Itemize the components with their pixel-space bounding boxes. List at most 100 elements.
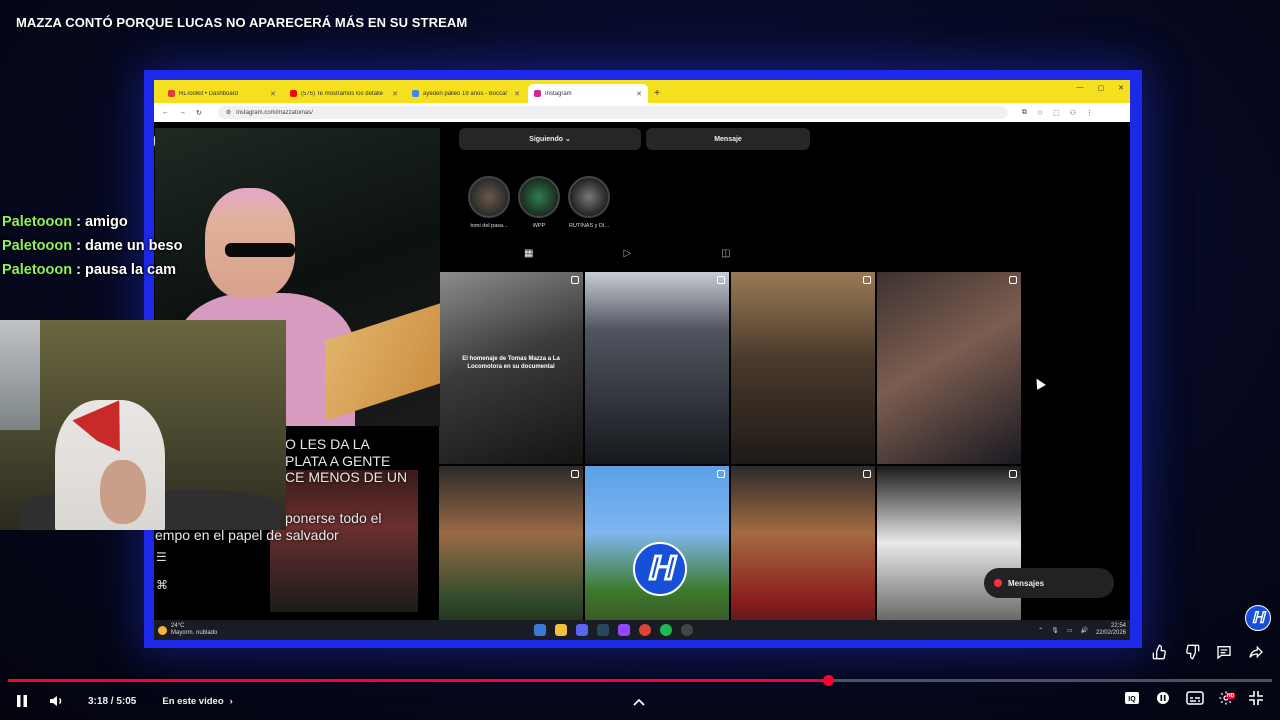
menu-icon[interactable]: ⋮ [1086,109,1093,117]
chapter-button[interactable]: En este video › [162,696,232,707]
player-right-controls: IQ [1124,690,1264,706]
dislike-button[interactable] [1182,642,1202,662]
subtitles-button[interactable] [1186,691,1204,705]
post-thumbnail[interactable]: ℍ [585,466,729,640]
video-actions [1150,642,1266,662]
weather-widget[interactable]: 24°C Mayorm. nublado [154,623,534,637]
chat-username: Paletooon [2,262,73,278]
volume-icon [50,696,62,706]
tray-chevron-icon[interactable]: ⌃ [1038,627,1043,634]
steam-icon[interactable] [597,624,609,636]
reload-icon[interactable]: ↻ [196,109,202,117]
new-tab-button[interactable]: + [650,84,664,103]
tab-close-icon[interactable]: ✕ [636,90,642,98]
post-thumbnail[interactable] [877,272,1021,464]
chrome-icon[interactable] [639,624,651,636]
stream-chat: Paletooon : amigo Paletooon : dame un be… [2,214,182,278]
channel-logo-watermark[interactable]: ℍ [1245,605,1271,631]
tab-favicon-icon [534,90,541,97]
browser-tab[interactable]: ayeden palleo 19 años - Boccar ✕ [406,84,526,103]
tab-label: (575) Te mostramos los detalle [301,90,383,97]
highlight-thumbnail [468,176,510,218]
discord-icon[interactable] [576,624,588,636]
following-button[interactable]: Siguiendo ⌄ [459,128,641,150]
posts-grid-icon[interactable]: ▦ [524,248,533,259]
thumbs-up-icon [1152,644,1166,660]
comment-icon [1217,646,1231,660]
back-icon[interactable]: ← [162,109,169,116]
posts-grid: El homenaje de Tomas Mazza a La Locomoto… [439,272,1021,640]
post-thumbnail[interactable] [731,272,875,464]
comments-button[interactable] [1214,642,1234,662]
threads-icon[interactable]: ⌘ [156,578,168,592]
tab-favicon-icon [290,90,297,97]
expand-up-button[interactable] [632,694,646,712]
message-button[interactable]: Mensaje [646,128,810,150]
chat-message: Paletooon : dame un beso [2,238,182,254]
highlight-thumbnail [568,176,610,218]
video-subtitles-upper: O LES DA LA PLATA A GENTE CE MENOS DE UN [285,436,407,486]
scrubber-handle[interactable] [823,675,835,686]
post-thumbnail[interactable] [439,466,583,640]
chat-username: Paletooon [2,214,73,230]
weather-text: Mayorm. nublado [171,630,218,636]
post-caption: El homenaje de Tomas Mazza a La Locomoto… [462,356,560,370]
site-info-icon[interactable]: ⚙ [226,109,231,116]
maximize-icon[interactable]: ▢ [1098,84,1105,92]
volume-icon[interactable]: 🔊 [1080,627,1087,634]
install-icon[interactable]: ⧉ [1022,109,1027,117]
subtitle-line: O LES DA LA [285,436,370,452]
post-thumbnail[interactable] [877,466,1021,640]
tab-label: RLToolkit • Dashboard [179,90,239,97]
app-icon[interactable] [681,624,693,636]
chat-text: : amigo [76,214,128,230]
pause-button[interactable] [14,694,30,708]
taskbar-clock[interactable]: 22:54 22/02/2026 [1096,623,1126,637]
reel-icon [863,276,871,284]
forward-icon[interactable]: → [179,109,186,116]
network-icon[interactable]: ▭ [1067,627,1073,634]
exit-fullscreen-icon [1249,691,1263,705]
share-button[interactable] [1246,642,1266,662]
volume-button[interactable] [48,694,66,708]
tab-close-icon[interactable]: ✕ [514,90,520,98]
browser-tab-active[interactable]: Instagram ✕ [528,84,648,103]
reel-icon [1009,276,1017,284]
tab-close-icon[interactable]: ✕ [392,90,398,98]
bookmark-star-icon[interactable]: ☆ [1037,109,1043,117]
like-button[interactable] [1150,642,1170,662]
progress-bar[interactable] [8,675,1272,686]
address-bar: ← → ↻ ⚙ instagram.com/mazzatomas/ ⧉ ☆ ⬚ … [154,103,1130,122]
extensions-icon[interactable]: ⬚ [1053,109,1060,117]
browser-tab[interactable]: (575) Te mostramos los detalle ✕ [284,84,404,103]
browser-tab[interactable]: RLToolkit • Dashboard ✕ [162,84,282,103]
messages-button[interactable]: Mensajes [984,568,1114,598]
window-controls: — ▢ ✕ [1077,84,1125,92]
autoplay-toggle[interactable] [1154,690,1172,706]
file-explorer-icon[interactable] [555,624,567,636]
post-thumbnail[interactable] [585,272,729,464]
spotify-icon[interactable] [660,624,672,636]
reels-icon[interactable]: ▷ [623,248,631,259]
profile-icon[interactable]: ⚇ [1070,109,1076,117]
microphone-icon[interactable]: 🎙 [1051,627,1059,634]
exit-fullscreen-button[interactable] [1248,690,1264,706]
iq-button[interactable]: IQ [1124,690,1140,706]
start-icon[interactable] [534,624,546,636]
cam2-window [0,320,40,430]
tagged-icon[interactable]: ◫ [721,248,730,259]
close-window-icon[interactable]: ✕ [1118,84,1124,92]
browser-tab-bar: RLToolkit • Dashboard ✕ (575) Te mostram… [154,80,1130,103]
obs-icon[interactable] [618,624,630,636]
tab-close-icon[interactable]: ✕ [270,90,276,98]
post-thumbnail[interactable]: El homenaje de Tomas Mazza a La Locomoto… [439,272,583,464]
more-menu-icon[interactable]: ☰ [156,550,168,564]
minimize-icon[interactable]: — [1077,84,1084,92]
chat-message: Paletooon : amigo [2,214,182,230]
story-highlight[interactable]: RUTINAS y DI... [559,176,619,229]
url-field[interactable]: ⚙ instagram.com/mazzatomas/ [217,106,1008,119]
chevron-up-icon [633,698,645,706]
hd-badge: HD [1226,693,1236,699]
post-thumbnail[interactable] [731,466,875,640]
chat-message: Paletooon : pausa la cam [2,262,182,278]
